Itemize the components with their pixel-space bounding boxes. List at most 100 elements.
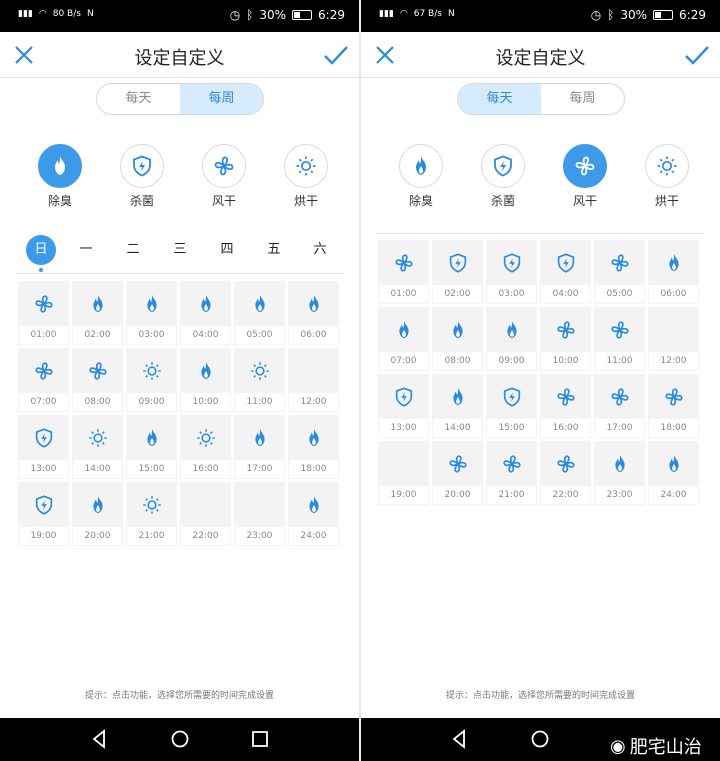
mode-air-dry[interactable]: 风干: [194, 144, 254, 209]
back-icon[interactable]: [449, 728, 471, 750]
shield-icon: [486, 240, 537, 286]
time-slot[interactable]: 16:00: [180, 415, 231, 479]
mode-air-dry[interactable]: 风干: [555, 144, 615, 209]
time-slot[interactable]: 13:00: [18, 415, 69, 479]
time-slot[interactable]: 19:00: [378, 441, 429, 505]
time-slot[interactable]: 02:00: [72, 281, 123, 345]
time-slot[interactable]: 03:00: [486, 240, 537, 304]
time-label: 13:00: [379, 419, 428, 437]
day-sun[interactable]: 日: [26, 235, 56, 272]
time-slot[interactable]: 22:00: [180, 482, 231, 546]
time-slot[interactable]: 18:00: [288, 415, 339, 479]
time-label: 11:00: [595, 352, 644, 370]
mode-deodorize[interactable]: 除臭: [30, 144, 90, 209]
time-slot[interactable]: 22:00: [540, 441, 591, 505]
section-divider: [377, 233, 705, 234]
time-label: 23:00: [235, 527, 284, 545]
status-right: ◷ ᛒ 30% 6:29: [591, 8, 706, 22]
day-mon[interactable]: 一: [71, 235, 101, 265]
time-slot[interactable]: 05:00: [594, 240, 645, 304]
time-slot[interactable]: 13:00: [378, 374, 429, 438]
segment-weekly[interactable]: 每周: [180, 84, 263, 114]
time-label: 14:00: [73, 460, 122, 478]
time-slot[interactable]: 24:00: [288, 482, 339, 546]
flame-icon: [72, 482, 123, 528]
segment-daily[interactable]: 每天: [458, 84, 541, 114]
time-label: 08:00: [73, 393, 122, 411]
time-slot[interactable]: 08:00: [432, 307, 483, 371]
time-slot[interactable]: 04:00: [180, 281, 231, 345]
sun-icon: [180, 415, 231, 461]
recents-icon[interactable]: [249, 728, 271, 750]
home-icon[interactable]: [169, 728, 191, 750]
time-slot[interactable]: 18:00: [648, 374, 699, 438]
time-slot[interactable]: 23:00: [234, 482, 285, 546]
time-slot[interactable]: 12:00: [648, 307, 699, 371]
time-slot[interactable]: 15:00: [486, 374, 537, 438]
mode-deodorize[interactable]: 除臭: [391, 144, 451, 209]
time-slot[interactable]: 02:00: [432, 240, 483, 304]
status-bar: ▮▮▮ ◠ 67 B/s N ◷ ᛒ 30% 6:29: [361, 0, 720, 32]
time-slot[interactable]: 06:00: [288, 281, 339, 345]
time-label: 06:00: [289, 326, 338, 344]
confirm-check-icon[interactable]: [684, 43, 710, 67]
confirm-check-icon[interactable]: [323, 43, 349, 67]
time-slot[interactable]: 14:00: [72, 415, 123, 479]
flame-icon: [234, 415, 285, 461]
time-slot[interactable]: 09:00: [486, 307, 537, 371]
mode-sterilize[interactable]: 杀菌: [112, 144, 172, 209]
day-sat[interactable]: 六: [305, 235, 335, 265]
shield-icon: [378, 374, 429, 420]
weibo-icon: ◉: [610, 735, 626, 757]
segment-daily[interactable]: 每天: [97, 84, 180, 114]
back-icon[interactable]: [89, 728, 111, 750]
time-slot[interactable]: 21:00: [486, 441, 537, 505]
shield-icon: [18, 482, 69, 528]
time-slot[interactable]: 19:00: [18, 482, 69, 546]
time-slot[interactable]: 15:00: [126, 415, 177, 479]
day-thu[interactable]: 四: [212, 235, 242, 265]
time-slot[interactable]: 07:00: [378, 307, 429, 371]
mode-label: 烘干: [293, 194, 318, 208]
time-slot[interactable]: 10:00: [540, 307, 591, 371]
time-slot[interactable]: 05:00: [234, 281, 285, 345]
time-slot[interactable]: 14:00: [432, 374, 483, 438]
time-label: 18:00: [289, 460, 338, 478]
time-slot[interactable]: 17:00: [594, 374, 645, 438]
mode-sterilize[interactable]: 杀菌: [473, 144, 533, 209]
flame-icon: [288, 415, 339, 461]
time-slot[interactable]: 17:00: [234, 415, 285, 479]
time-slot[interactable]: 08:00: [72, 348, 123, 412]
time-slot[interactable]: 11:00: [594, 307, 645, 371]
time-label: 01:00: [379, 285, 428, 303]
time-slot[interactable]: 01:00: [18, 281, 69, 345]
day-fri[interactable]: 五: [259, 235, 289, 265]
time-slot[interactable]: 24:00: [648, 441, 699, 505]
time-slot[interactable]: 09:00: [126, 348, 177, 412]
mode-label: 杀菌: [490, 194, 515, 208]
mode-label: 烘干: [654, 194, 679, 208]
flame-icon: [432, 307, 483, 353]
mode-heat-dry[interactable]: 烘干: [637, 144, 697, 209]
time-slot[interactable]: 01:00: [378, 240, 429, 304]
time-slot[interactable]: 03:00: [126, 281, 177, 345]
time-slot[interactable]: 21:00: [126, 482, 177, 546]
time-slot[interactable]: 06:00: [648, 240, 699, 304]
home-icon[interactable]: [529, 728, 551, 750]
time-slot[interactable]: 07:00: [18, 348, 69, 412]
time-label: 02:00: [73, 326, 122, 344]
mode-heat-dry[interactable]: 烘干: [276, 144, 336, 209]
time-slot[interactable]: 16:00: [540, 374, 591, 438]
time-slot[interactable]: 10:00: [180, 348, 231, 412]
time-slot[interactable]: 23:00: [594, 441, 645, 505]
empty-slot: [234, 482, 285, 528]
fan-icon: [18, 281, 69, 327]
segment-weekly[interactable]: 每周: [541, 84, 624, 114]
time-slot[interactable]: 11:00: [234, 348, 285, 412]
time-slot[interactable]: 20:00: [72, 482, 123, 546]
time-slot[interactable]: 20:00: [432, 441, 483, 505]
day-wed[interactable]: 三: [165, 235, 195, 265]
time-slot[interactable]: 12:00: [288, 348, 339, 412]
day-tue[interactable]: 二: [118, 235, 148, 265]
time-slot[interactable]: 04:00: [540, 240, 591, 304]
